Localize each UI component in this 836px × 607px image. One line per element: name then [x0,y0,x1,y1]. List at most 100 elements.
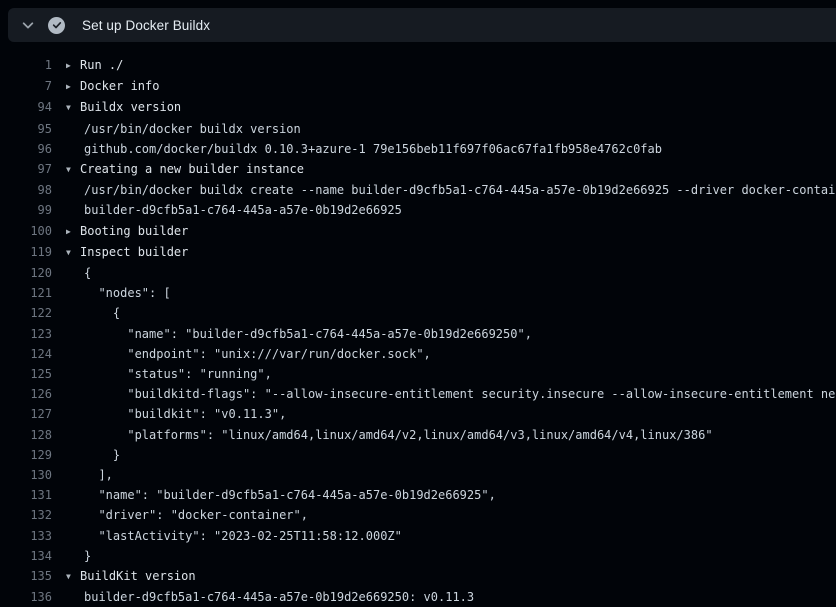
log-line: 7 ▶Docker info [0,76,836,97]
line-number[interactable]: 99 [0,200,52,220]
line-number[interactable]: 132 [0,505,52,525]
log-output-text: "driver": "docker-container", [66,505,308,525]
log-text: "driver": "docker-container", [66,505,308,525]
log-group-title: Buildx version [80,100,181,114]
log-line: 132 "driver": "docker-container", [0,505,836,525]
log-output-text: } [66,546,91,566]
line-number[interactable]: 125 [0,364,52,384]
line-number[interactable]: 130 [0,465,52,485]
line-number[interactable]: 122 [0,303,52,323]
log-output-text: "name": "builder-d9cfb5a1-c764-445a-a57e… [66,485,496,505]
step-header[interactable]: Set up Docker Buildx [8,8,836,42]
line-number[interactable]: 100 [0,221,52,242]
line-number[interactable]: 133 [0,526,52,546]
log-group-title: BuildKit version [80,569,196,583]
log-line: 134} [0,546,836,566]
log-command-text: /usr/bin/docker buildx version [66,119,301,139]
log-group-title: Booting builder [80,224,188,238]
log-line: 100 ▶Booting builder [0,221,836,242]
line-number[interactable]: 98 [0,180,52,200]
log-line: 99 builder-d9cfb5a1-c764-445a-a57e-0b19d2… [0,200,836,220]
log-group-title: Creating a new builder instance [80,162,304,176]
log-text: } [66,546,91,566]
log-text: "name": "builder-d9cfb5a1-c764-445a-a57e… [66,485,496,505]
line-number[interactable]: 120 [0,263,52,283]
log-output-text: "nodes": [ [66,283,171,303]
log-text: ], [66,465,113,485]
log-text: "buildkitd-flags": "--allow-insecure-ent… [66,384,836,404]
log-text: "endpoint": "unix:///var/run/docker.sock… [66,344,431,364]
log-text: "lastActivity": "2023-02-25T11:58:12.000… [66,526,402,546]
log-output-text: "buildkitd-flags": "--allow-insecure-ent… [66,384,836,404]
log-output-text: "name": "builder-d9cfb5a1-c764-445a-a57e… [66,324,532,344]
line-number[interactable]: 95 [0,119,52,139]
log-line: 125 "status": "running", [0,364,836,384]
triangle-down-icon: ▼ [66,98,80,118]
line-number[interactable]: 97 [0,159,52,180]
log-group-header[interactable]: ▼Buildx version [66,97,181,118]
log-output-text: "lastActivity": "2023-02-25T11:58:12.000… [66,526,402,546]
line-number[interactable]: 126 [0,384,52,404]
log-line: 121 "nodes": [ [0,283,836,303]
log-line: 120 { [0,263,836,283]
line-number[interactable]: 96 [0,139,52,159]
line-number[interactable]: 7 [0,76,52,97]
chevron-down-icon [21,18,35,32]
log-group-title: Run ./ [80,58,123,72]
log-viewer: 1▶Run ./7▶Docker info94▼Buildx version95… [0,55,836,607]
log-text: builder-d9cfb5a1-c764-445a-a57e-0b19d2e6… [66,200,402,220]
log-line: 130 ], [0,465,836,485]
log-group-header[interactable]: ▼Creating a new builder instance [66,159,304,180]
log-group-header[interactable]: ▶Run ./ [66,55,123,76]
line-number[interactable]: 124 [0,344,52,364]
triangle-down-icon: ▼ [66,243,80,263]
line-number[interactable]: 134 [0,546,52,566]
log-text: } [66,445,120,465]
log-output-text: "platforms": "linux/amd64,linux/amd64/v2… [66,425,713,445]
line-number[interactable]: 128 [0,425,52,445]
line-number[interactable]: 119 [0,242,52,263]
log-line: 1 ▶Run ./ [0,55,836,76]
log-output-text: github.com/docker/buildx 0.10.3+azure-1 … [66,139,662,159]
line-number[interactable]: 135 [0,566,52,587]
line-number[interactable]: 127 [0,404,52,424]
log-output-text: { [66,263,91,283]
log-line: 135 ▼BuildKit version [0,566,836,587]
log-line: 128 "platforms": "linux/amd64,linux/amd6… [0,425,836,445]
log-line: 124 "endpoint": "unix:///var/run/docker.… [0,344,836,364]
log-line: 131 "name": "builder-d9cfb5a1-c764-445a-… [0,485,836,505]
line-number[interactable]: 94 [0,97,52,118]
line-number[interactable]: 131 [0,485,52,505]
log-line: 95/usr/bin/docker buildx version [0,119,836,139]
line-number[interactable]: 129 [0,445,52,465]
log-group-header[interactable]: ▶Booting builder [66,221,188,242]
line-number[interactable]: 1 [0,55,52,76]
line-number[interactable]: 136 [0,587,52,607]
log-text: "platforms": "linux/amd64,linux/amd64/v2… [66,425,713,445]
log-text: /usr/bin/docker buildx create --name bui… [66,180,836,200]
log-output-text: "buildkit": "v0.11.3", [66,404,286,424]
log-group-header[interactable]: ▶Docker info [66,76,159,97]
log-text: builder-d9cfb5a1-c764-445a-a57e-0b19d2e6… [66,587,474,607]
log-text: /usr/bin/docker buildx version [66,119,301,139]
log-text: "status": "running", [66,364,272,384]
collapse-step-button[interactable] [14,11,42,39]
log-output-text: builder-d9cfb5a1-c764-445a-a57e-0b19d2e6… [66,587,474,607]
log-group-header[interactable]: ▼Inspect builder [66,242,188,263]
log-group-header[interactable]: ▼BuildKit version [66,566,196,587]
log-line: 94 ▼Buildx version [0,97,836,118]
log-text: { [66,263,91,283]
line-number[interactable]: 123 [0,324,52,344]
log-text: "nodes": [ [66,283,171,303]
log-output-text: ], [66,465,113,485]
step-title: Set up Docker Buildx [82,18,210,33]
line-number[interactable]: 121 [0,283,52,303]
log-line: 129 } [0,445,836,465]
log-line: 136 builder-d9cfb5a1-c764-445a-a57e-0b19d… [0,587,836,607]
log-group-title: Docker info [80,79,159,93]
log-line: 97 ▼Creating a new builder instance [0,159,836,180]
log-line: 122 { [0,303,836,323]
log-output-text: { [66,303,120,323]
log-line: 126 "buildkitd-flags": "--allow-insecure… [0,384,836,404]
log-line: 98/usr/bin/docker buildx create --name b… [0,180,836,200]
